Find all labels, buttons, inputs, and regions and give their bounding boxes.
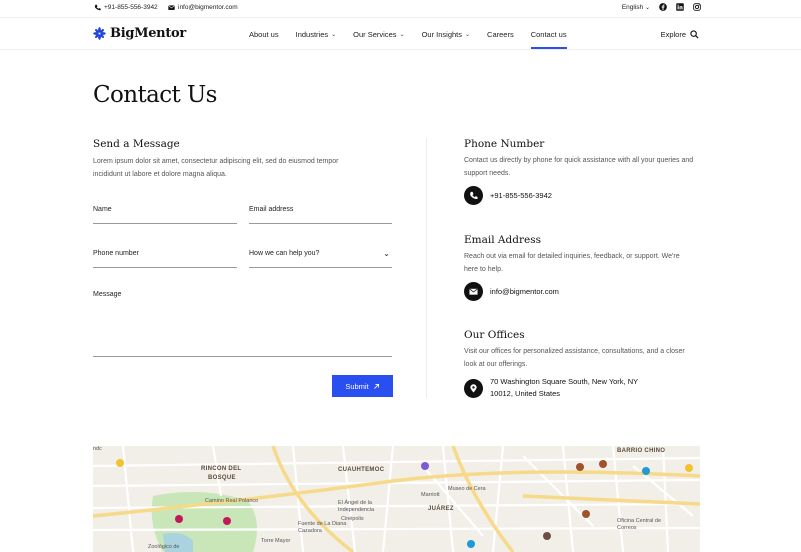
mail-icon: [464, 282, 483, 301]
facebook-icon[interactable]: [659, 3, 667, 11]
email-field-label: Email address: [249, 206, 294, 213]
nav-label: Our Insights: [421, 30, 462, 39]
map-label: Marriott: [421, 492, 440, 498]
map-label: Torre Mayor: [261, 538, 291, 544]
office-address: 70 Washington Square South, New York, NY…: [490, 376, 638, 400]
explore-button[interactable]: Explore: [661, 30, 699, 39]
email-contact-row[interactable]: info@bigmentor.com: [464, 282, 559, 301]
chevron-down-icon: ⌄: [399, 32, 405, 38]
message-label: Message: [93, 291, 122, 298]
phone-field-label: Phone number: [93, 250, 139, 257]
map-label: Zoológico de: [148, 544, 180, 550]
submit-label: Submit: [345, 381, 369, 391]
our-offices-title: Our Offices: [464, 329, 525, 341]
email-field[interactable]: Email address: [249, 206, 392, 224]
help-select[interactable]: How we can help you? ⌄: [249, 249, 392, 268]
language-label: English: [621, 3, 644, 11]
instagram-icon[interactable]: [693, 3, 701, 11]
map-label: JUÁREZ: [428, 506, 454, 512]
nav-contact-us[interactable]: Contact us: [530, 30, 576, 49]
nav-industries[interactable]: Industries ⌄: [296, 30, 346, 39]
message-textarea[interactable]: Message: [93, 291, 392, 357]
topbar-email[interactable]: info@bigmentor.com: [168, 4, 238, 11]
nav-careers[interactable]: Careers: [487, 30, 523, 39]
linkedin-icon[interactable]: [676, 3, 684, 11]
name-field[interactable]: Name: [93, 206, 237, 224]
topbar-phone[interactable]: +91-855-556-3942: [94, 4, 158, 11]
name-field-label: Name: [93, 206, 112, 213]
search-icon: [690, 30, 699, 39]
phone-icon: [464, 186, 483, 205]
map-label: ndc: [93, 446, 102, 452]
our-offices-description: Visit our offices for personalized assis…: [464, 348, 685, 368]
nav-label: Our Services: [353, 30, 397, 39]
phone-number-description: Contact us directly by phone for quick a…: [464, 157, 694, 177]
office-address-row[interactable]: 70 Washington Square South, New York, NY…: [464, 376, 638, 400]
chevron-down-icon: ⌄: [465, 32, 471, 38]
phone-number-title: Phone Number: [464, 138, 545, 150]
email-address-title: Email Address: [464, 234, 541, 246]
map-label: Fuente de La Diana Cazadora: [298, 521, 347, 534]
page-title: Contact Us: [93, 82, 217, 108]
map-roads: [93, 446, 700, 552]
column-divider: [426, 138, 427, 398]
map-label: Oficina Central de Correos: [617, 518, 662, 531]
topbar-phone-text: +91-855-556-3942: [104, 4, 158, 11]
nav-about-us[interactable]: About us: [249, 30, 288, 39]
nav-links: About us Industries ⌄ Our Services ⌄ Our I…: [249, 30, 584, 49]
email-address-description: Reach out via email for detailed inquiri…: [464, 253, 680, 273]
email-value: info@bigmentor.com: [490, 287, 559, 296]
map-label: El Ángel de la Independencia: [338, 500, 375, 513]
submit-button[interactable]: Submit: [332, 375, 393, 397]
map-label: Camino Real Polanco: [205, 498, 259, 504]
arrow-up-right-icon: [373, 383, 379, 389]
phone-icon: [94, 4, 101, 11]
nav-our-services[interactable]: Our Services ⌄: [353, 30, 413, 39]
language-selector[interactable]: English ⌄: [622, 4, 650, 11]
phone-contact-row[interactable]: +91-855-556-3942: [464, 186, 552, 205]
brand-logo[interactable]: BigMentor: [93, 26, 186, 41]
nav-label: Contact us: [530, 30, 567, 39]
nav-label: About us: [249, 30, 279, 39]
chevron-down-icon: ⌄: [383, 249, 390, 258]
map-label: BOSQUE: [208, 475, 236, 481]
location-pin-icon: [464, 378, 483, 398]
office-map[interactable]: ndc RINCON DEL BOSQUE CUAUHTEMOC BARRIO …: [93, 446, 700, 552]
send-message-description: Lorem ipsum dolor sit amet, consectetur …: [93, 158, 339, 178]
map-label: Museo de Cera: [448, 486, 486, 492]
brand-name: BigMentor: [110, 26, 186, 41]
phone-value: +91-855-556-3942: [490, 191, 552, 200]
topbar-right: English ⌄: [622, 3, 701, 11]
top-bar: +91-855-556-3942 info@bigmentor.com Engl…: [0, 0, 801, 17]
map-label: BARRIO CHINO: [617, 448, 666, 454]
explore-label: Explore: [660, 30, 686, 39]
nav-label: Industries: [295, 30, 329, 39]
nav-label: Careers: [487, 30, 514, 39]
address-line-2: 10012, United States: [490, 389, 561, 398]
nav-our-insights[interactable]: Our Insights ⌄: [422, 30, 479, 39]
chevron-down-icon: ⌄: [644, 4, 650, 11]
map-label: Cinépolis: [341, 516, 364, 522]
help-select-label: How we can help you?: [249, 250, 320, 257]
map-label: RINCON DEL: [201, 466, 242, 472]
send-message-title: Send a Message: [93, 138, 180, 150]
map-label: CUAUHTEMOC: [338, 467, 385, 473]
topbar-email-text: info@bigmentor.com: [178, 4, 238, 11]
main-nav: BigMentor About us Industries ⌄ Our Servi…: [0, 17, 801, 50]
chevron-down-icon: ⌄: [331, 32, 337, 38]
phone-field[interactable]: Phone number: [93, 250, 237, 268]
brand-star-icon: [93, 27, 106, 40]
address-line-1: 70 Washington Square South, New York, NY: [490, 377, 639, 386]
mail-icon: [168, 5, 175, 10]
